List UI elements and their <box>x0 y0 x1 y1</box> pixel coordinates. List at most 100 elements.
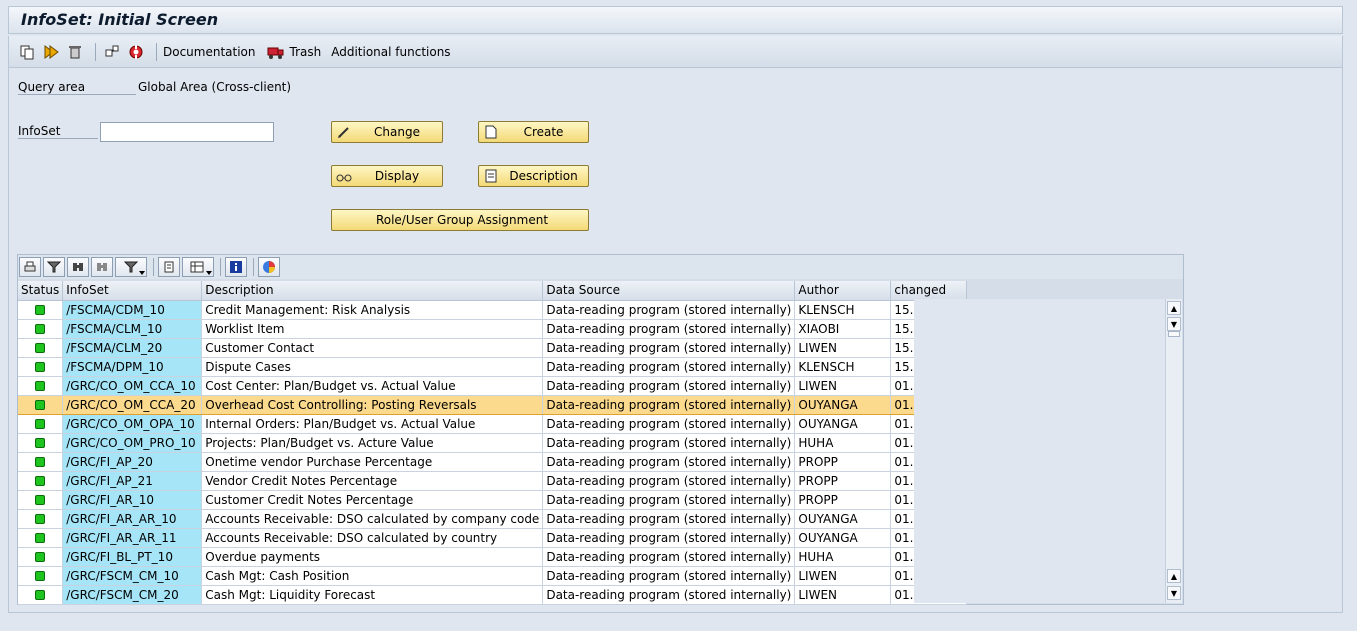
description-cell[interactable]: Dispute Cases <box>201 357 544 377</box>
role-user-group-assignment-button[interactable]: Role/User Group Assignment <box>331 209 589 231</box>
table-row[interactable]: /FSCMA/CLM_20 Customer Contact Data-readin… <box>18 338 968 358</box>
description-cell[interactable]: Credit Management: Risk Analysis <box>201 300 544 320</box>
description-cell[interactable]: Accounts Receivable: DSO calculated by c… <box>201 528 544 548</box>
status-cell[interactable] <box>18 319 64 339</box>
status-cell[interactable] <box>18 471 64 491</box>
description-cell[interactable]: Projects: Plan/Budget vs. Acture Value <box>201 433 544 453</box>
status-cell[interactable] <box>18 547 64 567</box>
scrollbar-thumb[interactable] <box>1168 331 1180 337</box>
page-down-icon[interactable]: ▼ <box>1167 317 1181 331</box>
info-icon[interactable] <box>225 257 247 277</box>
find-next-icon[interactable] <box>91 257 113 277</box>
change-button[interactable]: Change <box>331 121 443 143</box>
table-row[interactable]: /GRC/CO_OM_PRO_10 Projects: Plan/Budget v… <box>18 433 968 453</box>
description-cell[interactable]: Accounts Receivable: DSO calculated by c… <box>201 509 544 529</box>
description-cell[interactable]: Worklist Item <box>201 319 544 339</box>
description-cell[interactable]: Onetime vendor Purchase Percentage <box>201 452 544 472</box>
description-cell[interactable]: Internal Orders: Plan/Budget vs. Actual … <box>201 414 544 434</box>
description-cell[interactable]: Vendor Credit Notes Percentage <box>201 471 544 491</box>
data-source-cell[interactable]: Data-reading program (stored internally) <box>542 490 796 510</box>
status-cell[interactable] <box>18 566 64 586</box>
infoset-cell[interactable]: /GRC/CO_OM_CCA_20 <box>62 394 203 415</box>
infoset-cell[interactable]: /FSCMA/CLM_20 <box>62 338 203 358</box>
trash-truck-icon[interactable] <box>266 42 286 62</box>
column-header-changed[interactable]: changed <box>890 281 968 301</box>
author-cell[interactable]: LIWEN <box>794 376 892 396</box>
vertical-scrollbar[interactable]: ▲ ▼ ▲ ▼ <box>1165 299 1182 603</box>
status-cell[interactable] <box>18 585 64 605</box>
author-cell[interactable]: XIAOBI <box>794 319 892 339</box>
data-source-cell[interactable]: Data-reading program (stored internally) <box>542 394 796 415</box>
infoset-cell[interactable]: /GRC/FI_AR_10 <box>62 490 203 510</box>
find-icon[interactable] <box>67 257 89 277</box>
where-used-icon[interactable] <box>102 42 122 62</box>
column-header-status[interactable]: Status <box>18 281 64 301</box>
copy-icon[interactable] <box>17 42 37 62</box>
status-cell[interactable] <box>18 394 64 415</box>
set-filter-icon[interactable] <box>115 257 147 277</box>
author-cell[interactable]: OUYANGA <box>794 509 892 529</box>
filter-icon[interactable] <box>43 257 65 277</box>
data-source-cell[interactable]: Data-reading program (stored internally) <box>542 471 796 491</box>
status-cell[interactable] <box>18 433 64 453</box>
data-source-cell[interactable]: Data-reading program (stored internally) <box>542 357 796 377</box>
data-source-cell[interactable]: Data-reading program (stored internally) <box>542 433 796 453</box>
status-cell[interactable] <box>18 490 64 510</box>
data-source-cell[interactable]: Data-reading program (stored internally) <box>542 585 796 605</box>
author-cell[interactable]: PROPP <box>794 490 892 510</box>
infoset-cell[interactable]: /GRC/FI_AR_AR_10 <box>62 509 203 529</box>
author-cell[interactable]: HUHA <box>794 547 892 567</box>
column-header-author[interactable]: Author <box>794 281 892 301</box>
infoset-cell[interactable]: /GRC/FSCM_CM_10 <box>62 566 203 586</box>
author-cell[interactable]: KLENSCH <box>794 300 892 320</box>
table-row[interactable]: /GRC/FI_AR_AR_11 Accounts Receivable: DSO… <box>18 528 968 548</box>
status-cell[interactable] <box>18 452 64 472</box>
author-cell[interactable]: OUYANGA <box>794 394 892 415</box>
data-source-cell[interactable]: Data-reading program (stored internally) <box>542 528 796 548</box>
data-source-cell[interactable]: Data-reading program (stored internally) <box>542 414 796 434</box>
column-header-description[interactable]: Description <box>201 281 544 301</box>
author-cell[interactable]: LIWEN <box>794 585 892 605</box>
author-cell[interactable]: OUYANGA <box>794 414 892 434</box>
infoset-cell[interactable]: /GRC/FI_BL_PT_10 <box>62 547 203 567</box>
data-source-cell[interactable]: Data-reading program (stored internally) <box>542 319 796 339</box>
data-source-cell[interactable]: Data-reading program (stored internally) <box>542 547 796 567</box>
table-row[interactable]: /GRC/FI_BL_PT_10 Overdue payments Data-rea… <box>18 547 968 567</box>
status-cell[interactable] <box>18 509 64 529</box>
author-cell[interactable]: LIWEN <box>794 338 892 358</box>
page-up-icon[interactable]: ▲ <box>1167 569 1181 583</box>
create-button[interactable]: Create <box>478 121 589 143</box>
data-source-cell[interactable]: Data-reading program (stored internally) <box>542 452 796 472</box>
status-cell[interactable] <box>18 338 64 358</box>
status-cell[interactable] <box>18 528 64 548</box>
description-cell[interactable]: Overdue payments <box>201 547 544 567</box>
column-header-data-source[interactable]: Data Source <box>542 281 796 301</box>
description-cell[interactable]: Cost Center: Plan/Budget vs. Actual Valu… <box>201 376 544 396</box>
author-cell[interactable]: PROPP <box>794 452 892 472</box>
infoset-cell[interactable]: /GRC/FSCM_CM_20 <box>62 585 203 605</box>
data-source-cell[interactable]: Data-reading program (stored internally) <box>542 338 796 358</box>
infoset-cell[interactable]: /FSCMA/CLM_10 <box>62 319 203 339</box>
data-source-cell[interactable]: Data-reading program (stored internally) <box>542 376 796 396</box>
author-cell[interactable]: OUYANGA <box>794 528 892 548</box>
additional-functions-menu[interactable]: Additional functions <box>331 45 450 59</box>
table-row[interactable]: /GRC/FSCM_CM_20 Cash Mgt: Liquidity Forec… <box>18 585 968 605</box>
infoset-cell[interactable]: /FSCMA/CDM_10 <box>62 300 203 320</box>
status-cell[interactable] <box>18 414 64 434</box>
author-cell[interactable]: PROPP <box>794 471 892 491</box>
table-row[interactable]: /FSCMA/DPM_10 Dispute Cases Data-reading p… <box>18 357 968 377</box>
display-button[interactable]: Display <box>331 165 443 187</box>
author-cell[interactable]: KLENSCH <box>794 357 892 377</box>
description-cell[interactable]: Cash Mgt: Liquidity Forecast <box>201 585 544 605</box>
infoset-cell[interactable]: /GRC/CO_OM_PRO_10 <box>62 433 203 453</box>
column-header-infoset[interactable]: InfoSet <box>62 281 203 301</box>
print-icon[interactable] <box>19 257 41 277</box>
export-icon[interactable] <box>182 257 214 277</box>
description-cell[interactable]: Cash Mgt: Cash Position <box>201 566 544 586</box>
description-cell[interactable]: Overhead Cost Controlling: Posting Rever… <box>201 394 544 415</box>
table-row[interactable]: /GRC/FI_AR_AR_10 Accounts Receivable: DSO… <box>18 509 968 529</box>
table-row[interactable]: /GRC/FI_AR_10 Customer Credit Notes Perce… <box>18 490 968 510</box>
infoset-cell[interactable]: /GRC/FI_AP_21 <box>62 471 203 491</box>
scroll-up-icon[interactable]: ▲ <box>1167 301 1181 315</box>
status-cell[interactable] <box>18 300 64 320</box>
